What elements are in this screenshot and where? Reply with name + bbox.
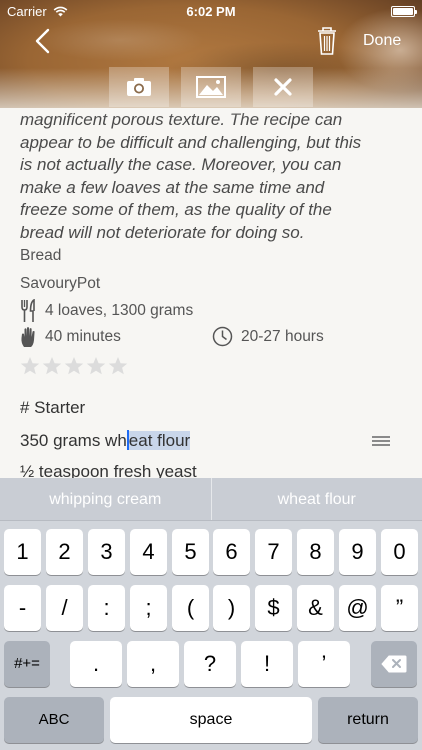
description-line: make a few loaves at the same time and (20, 177, 325, 197)
clock-icon (212, 326, 233, 347)
description-line: bread will not deteriorate for doing so. (20, 222, 305, 242)
keyboard: whipping cream wheat flour 1 2 3 4 5 6 7… (0, 478, 422, 750)
photo-library-button[interactable] (181, 67, 241, 107)
return-key[interactable]: return (318, 697, 418, 743)
star-icon[interactable] (42, 356, 62, 376)
backspace-key[interactable] (371, 641, 417, 687)
description-line: appear to be difficult and challenging, … (20, 132, 362, 152)
key[interactable]: 3 (88, 529, 125, 575)
key[interactable]: 7 (255, 529, 292, 575)
key[interactable]: 1 (4, 529, 41, 575)
star-icon[interactable] (64, 356, 84, 376)
abc-key[interactable]: ABC (4, 697, 104, 743)
key[interactable]: $ (255, 585, 292, 631)
remove-photo-button[interactable] (253, 67, 313, 107)
key[interactable]: . (70, 641, 122, 687)
key[interactable]: 9 (339, 529, 376, 575)
backspace-icon (381, 655, 407, 673)
photo-library-icon (196, 76, 226, 98)
section-heading[interactable]: # Starter (20, 398, 85, 418)
suggestion-bar: whipping cream wheat flour (0, 478, 422, 521)
recipe-category[interactable]: Bread (20, 247, 61, 265)
description-line: is not actually the case. Moreover, you … (20, 155, 342, 174)
wifi-icon (53, 6, 68, 16)
star-icon[interactable] (108, 356, 128, 376)
key[interactable]: - (4, 585, 41, 631)
key[interactable]: 0 (381, 529, 418, 575)
key[interactable]: 6 (213, 529, 250, 575)
key[interactable]: ? (184, 641, 236, 687)
total-time-text: 20-27 hours (241, 327, 324, 345)
fork-knife-icon (21, 299, 35, 322)
yield-row[interactable]: 4 loaves, 1300 grams (20, 299, 193, 323)
key[interactable]: ; (130, 585, 167, 631)
reorder-handle-icon[interactable] (372, 436, 390, 446)
battery-icon (391, 5, 417, 17)
yield-text: 4 loaves, 1300 grams (45, 302, 194, 319)
status-bar: Carrier 6:02 PM (0, 0, 422, 22)
close-icon (274, 78, 292, 96)
recipe-source[interactable]: SavouryPot (20, 275, 100, 293)
done-button[interactable]: Done (363, 32, 401, 50)
suggestion-item[interactable]: wheat flour (212, 478, 422, 520)
chevron-left-icon[interactable] (28, 26, 58, 56)
star-icon[interactable] (86, 356, 106, 376)
prep-time-row[interactable]: 40 minutes (20, 326, 121, 348)
trash-icon[interactable] (315, 26, 339, 56)
key[interactable]: 2 (46, 529, 83, 575)
selected-text: eat flour (128, 431, 191, 450)
symbols-key[interactable]: #+= (4, 641, 50, 687)
suggestion-item[interactable]: whipping cream (0, 478, 211, 520)
ingredient-text: 350 grams wh (20, 431, 127, 450)
space-key[interactable]: space (110, 697, 312, 743)
key[interactable]: 5 (172, 529, 209, 575)
hand-icon (21, 327, 35, 347)
key[interactable]: / (46, 585, 83, 631)
key[interactable]: ’ (298, 641, 350, 687)
camera-button[interactable] (109, 67, 169, 107)
key[interactable]: : (88, 585, 125, 631)
key[interactable]: ” (381, 585, 418, 631)
media-toolbar (109, 67, 313, 107)
key[interactable]: , (127, 641, 179, 687)
key[interactable]: 4 (130, 529, 167, 575)
key[interactable]: 8 (297, 529, 334, 575)
total-time-row[interactable]: 20-27 hours (212, 326, 324, 347)
prep-time-text: 40 minutes (45, 328, 121, 345)
key[interactable]: & (297, 585, 334, 631)
ingredient-line[interactable]: ½ teaspoon fresh yeast (20, 462, 197, 478)
key[interactable]: ! (241, 641, 293, 687)
key[interactable]: ( (172, 585, 209, 631)
description-line: magnificent porous texture. The recipe c… (20, 110, 343, 129)
description-line: freeze some of them, as the quality of t… (20, 200, 332, 219)
star-icon[interactable] (20, 356, 40, 376)
ingredient-line[interactable]: 350 grams wh eat flour (20, 430, 191, 451)
rating-stars[interactable] (20, 356, 128, 376)
key[interactable]: ) (213, 585, 250, 631)
carrier-label: Carrier (7, 3, 47, 19)
key[interactable]: @ (339, 585, 376, 631)
recipe-description[interactable]: magnificent porous texture. The recipe c… (0, 108, 422, 244)
camera-icon (127, 78, 151, 96)
recipe-editor[interactable]: magnificent porous texture. The recipe c… (0, 108, 422, 478)
